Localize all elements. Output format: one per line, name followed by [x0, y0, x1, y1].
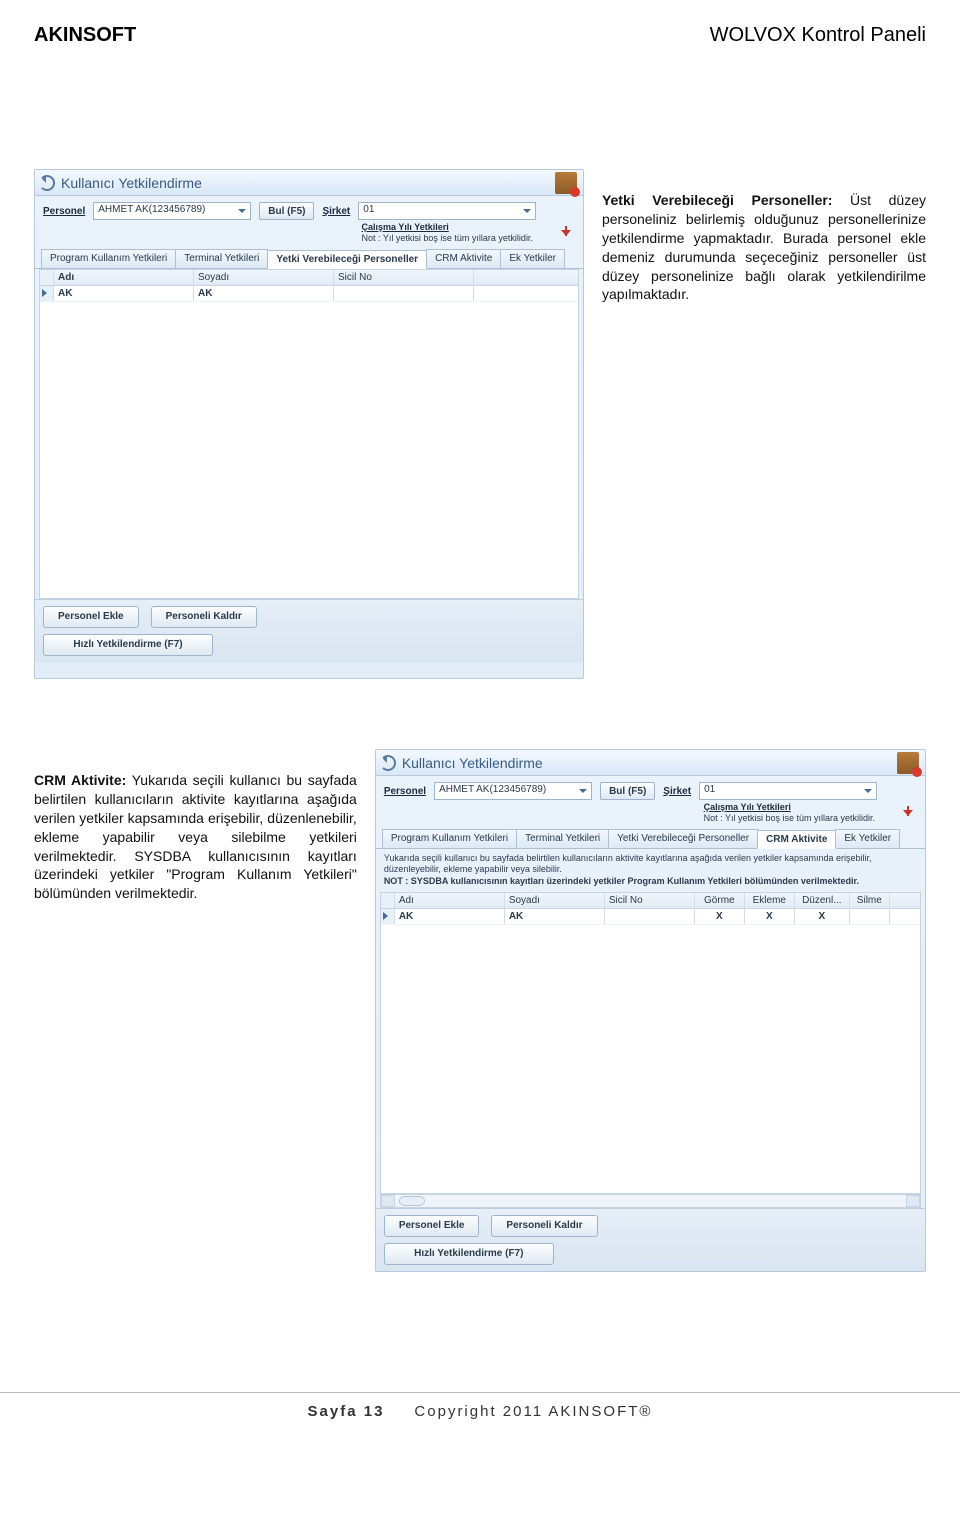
page-footer: Sayfa 13 Copyright 2011 AKINSOFT®: [0, 1392, 960, 1460]
personel-ekle-button[interactable]: Personel Ekle: [43, 606, 139, 628]
grid-crm-aktivite: Adı Soyadı Sicil No Görme Ekleme Düzenl.…: [380, 892, 921, 1194]
cell-soyadi: AK: [194, 286, 334, 301]
sirket-value: 01: [359, 203, 519, 219]
chevron-down-icon[interactable]: [860, 783, 876, 799]
panel1-tabs: Program Kullanım Yetkileri Terminal Yetk…: [35, 249, 583, 269]
bul-button[interactable]: Bul (F5): [259, 202, 314, 220]
row-indicator-header: [381, 893, 395, 908]
personel-combo[interactable]: AHMET AK(123456789): [93, 202, 251, 220]
sirket-label: Şirket: [322, 206, 350, 217]
row-indicator-icon: [40, 286, 54, 301]
cell-ekleme: X: [745, 909, 795, 924]
table-row[interactable]: AK AK X X X: [381, 909, 920, 925]
col-adi[interactable]: Adı: [395, 893, 505, 908]
desc-yetki-personeller: Yetki Verebileceği Personeller: Üst düze…: [602, 191, 926, 304]
cell-sicil: [605, 909, 695, 924]
col-sicilno[interactable]: Sicil No: [334, 270, 474, 285]
personel-value: AHMET AK(123456789): [435, 783, 575, 799]
calisma-label: Çalışma Yılı Yetkileri: [704, 802, 875, 813]
hizli-yetkilendirme-button[interactable]: Hızlı Yetkilendirme (F7): [384, 1243, 554, 1265]
sirket-combo[interactable]: 01: [358, 202, 536, 220]
page-number: Sayfa 13: [308, 1403, 385, 1420]
cell-soyadi: AK: [505, 909, 605, 924]
bul-button[interactable]: Bul (F5): [600, 782, 655, 800]
auth-panel-2: Kullanıcı Yetkilendirme Personel AHMET A…: [375, 749, 926, 1272]
col-gorme[interactable]: Görme: [695, 893, 745, 908]
desc2-title: CRM Aktivite:: [34, 772, 126, 788]
panel2-titlebar: Kullanıcı Yetkilendirme: [376, 750, 925, 776]
sirket-value: 01: [700, 783, 860, 799]
cell-duzenleme: X: [795, 909, 850, 924]
not-label: Not : Yıl yetkisi boş ise tüm yıllara ye…: [704, 813, 875, 824]
tab-crm-aktivite[interactable]: CRM Aktivite: [426, 249, 501, 268]
panel2-title: Kullanıcı Yetkilendirme: [402, 755, 543, 771]
crm-note-1: Yukarıda seçili kullanıcı bu sayfada bel…: [384, 853, 917, 876]
chevron-down-icon[interactable]: [519, 203, 535, 219]
tab-yetki-personeller[interactable]: Yetki Verebileceği Personeller: [267, 250, 427, 269]
scroll-right-icon[interactable]: [906, 1195, 920, 1207]
desc1-body: Üst düzey personeliniz belirlemiş olduğu…: [602, 192, 926, 302]
folder-icon[interactable]: [555, 172, 577, 194]
row-indicator-header: [40, 270, 54, 285]
crm-note-2: NOT : SYSDBA kullanıcısının kayıtları üz…: [384, 876, 917, 888]
panel1-titlebar: Kullanıcı Yetkilendirme: [35, 170, 583, 196]
reload-icon[interactable]: [39, 175, 55, 191]
cell-gorme: X: [695, 909, 745, 924]
col-silme[interactable]: Silme: [850, 893, 890, 908]
calisma-label: Çalışma Yılı Yetkileri: [362, 222, 533, 233]
desc-crm-aktivite: CRM Aktivite: Yukarıda seçili kullanıcı …: [34, 771, 357, 903]
tab-yetki-personeller[interactable]: Yetki Verebileceği Personeller: [608, 829, 758, 848]
chevron-down-icon[interactable]: [234, 203, 250, 219]
cell-sicil: [334, 286, 474, 301]
folder-icon[interactable]: [897, 752, 919, 774]
tab-terminal-yetkileri[interactable]: Terminal Yetkileri: [175, 249, 268, 268]
desc1-title: Yetki Verebileceği Personeller:: [602, 192, 833, 208]
panel1-title: Kullanıcı Yetkilendirme: [61, 175, 202, 191]
tab-program-kullanim[interactable]: Program Kullanım Yetkileri: [382, 829, 517, 848]
tab-crm-aktivite[interactable]: CRM Aktivite: [757, 830, 836, 849]
personel-kaldir-button[interactable]: Personeli Kaldır: [491, 1215, 597, 1237]
cell-silme: [850, 909, 890, 924]
scroll-left-icon[interactable]: [381, 1195, 395, 1207]
header-left: AKINSOFT: [34, 24, 136, 47]
col-ekleme[interactable]: Ekleme: [745, 893, 795, 908]
sirket-label: Şirket: [663, 786, 691, 797]
col-soyadi[interactable]: Soyadı: [505, 893, 605, 908]
not-label: Not : Yıl yetkisi boş ise tüm yıllara ye…: [362, 233, 533, 244]
tab-ek-yetkiler[interactable]: Ek Yetkiler: [835, 829, 900, 848]
personel-label: Personel: [43, 206, 85, 217]
copyright: Copyright 2011 AKINSOFT®: [414, 1403, 652, 1420]
scroll-thumb[interactable]: [399, 1196, 425, 1206]
desc2-body: Yukarıda seçili kullanıcı bu sayfada bel…: [34, 772, 357, 901]
auth-panel-1: Kullanıcı Yetkilendirme Personel AHMET A…: [34, 169, 584, 679]
chevron-down-icon[interactable]: [575, 783, 591, 799]
table-row[interactable]: AK AK: [40, 286, 578, 302]
col-duzenleme[interactable]: Düzenl...: [795, 893, 850, 908]
reload-icon[interactable]: [380, 755, 396, 771]
cell-adi: AK: [395, 909, 505, 924]
red-arrow-icon[interactable]: [557, 222, 575, 240]
col-soyadi[interactable]: Soyadı: [194, 270, 334, 285]
hizli-yetkilendirme-button[interactable]: Hızlı Yetkilendirme (F7): [43, 634, 213, 656]
personel-kaldir-button[interactable]: Personeli Kaldır: [151, 606, 257, 628]
header-right: WOLVOX Kontrol Paneli: [710, 24, 926, 47]
grid-personeller: Adı Soyadı Sicil No AK AK: [39, 269, 579, 599]
col-sicilno[interactable]: Sicil No: [605, 893, 695, 908]
grid-h-scrollbar[interactable]: [380, 1194, 921, 1208]
sirket-combo[interactable]: 01: [699, 782, 877, 800]
personel-label: Personel: [384, 786, 426, 797]
page-header: AKINSOFT WOLVOX Kontrol Paneli: [0, 0, 960, 59]
tab-terminal-yetkileri[interactable]: Terminal Yetkileri: [516, 829, 609, 848]
red-arrow-icon[interactable]: [899, 802, 917, 820]
cell-adi: AK: [54, 286, 194, 301]
row-indicator-icon: [381, 909, 395, 924]
tab-program-kullanim[interactable]: Program Kullanım Yetkileri: [41, 249, 176, 268]
panel2-tabs: Program Kullanım Yetkileri Terminal Yetk…: [376, 829, 925, 849]
col-adi[interactable]: Adı: [54, 270, 194, 285]
personel-ekle-button[interactable]: Personel Ekle: [384, 1215, 480, 1237]
personel-value: AHMET AK(123456789): [94, 203, 234, 219]
personel-combo[interactable]: AHMET AK(123456789): [434, 782, 592, 800]
tab-ek-yetkiler[interactable]: Ek Yetkiler: [500, 249, 565, 268]
